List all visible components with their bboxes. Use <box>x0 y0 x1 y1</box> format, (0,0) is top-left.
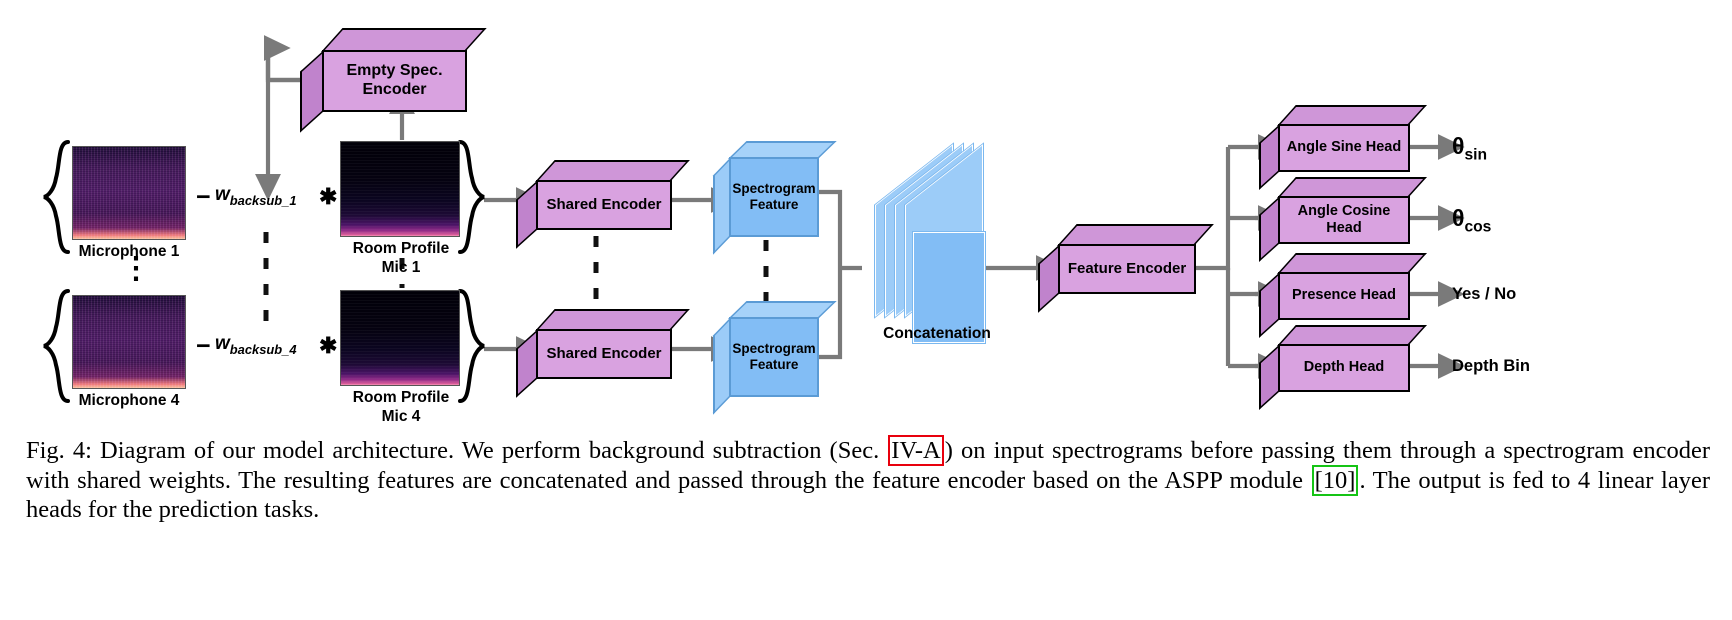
weight-symbol-4: w <box>215 333 230 354</box>
figure-architecture-diagram: Microphone 1 Microphone 4 ⋮ − wbacksub_1… <box>0 0 1732 620</box>
room-profile-mic-4-spectrogram <box>340 290 460 386</box>
minus-operator-4: − <box>196 332 211 360</box>
weight-backsub-1: wbacksub_1 <box>215 184 297 208</box>
concatenation-stack <box>874 142 1000 344</box>
box-top-face <box>1277 253 1427 274</box>
box-side-face <box>516 329 538 398</box>
weight-symbol-1: w <box>215 184 230 205</box>
box-side-face <box>1259 272 1280 338</box>
box-top-face <box>321 28 487 52</box>
empty-spec-encoder-box: Empty Spec. Encoder <box>300 28 487 133</box>
spectrogram-feature-4-box: Spectrogram Feature <box>713 301 837 415</box>
angle-sine-head-label: Angle Sine Head <box>1278 124 1410 172</box>
caption-ref-section[interactable]: IV-A <box>888 435 944 466</box>
feature-encoder-box: Feature Encoder <box>1038 224 1214 313</box>
box-side-face <box>1259 196 1280 262</box>
shared-encoder-1-box: Shared Encoder <box>516 160 690 249</box>
theta-symbol-sin: θ <box>1452 133 1465 159</box>
weight-subscript-1: backsub_1 <box>229 192 297 208</box>
output-theta-cos: θcos <box>1452 205 1491 237</box>
box-top-face <box>535 160 690 182</box>
presence-head-label: Presence Head <box>1278 272 1410 320</box>
minus-operator-1: − <box>196 183 211 211</box>
spectrogram-feature-4-label: Spectrogram Feature <box>729 317 819 397</box>
angle-cosine-head-label: Angle Cosine Head <box>1278 196 1410 244</box>
angle-sine-head-box: Angle Sine Head <box>1259 105 1427 190</box>
mic-4-spectrogram <box>72 295 186 389</box>
box-side-face <box>1259 124 1280 190</box>
box-top-face <box>1277 177 1427 198</box>
shared-encoder-4-box: Shared Encoder <box>516 309 690 398</box>
feature-encoder-label: Feature Encoder <box>1058 244 1196 294</box>
output-theta-sin: θsin <box>1452 133 1487 165</box>
caption-ref-citation[interactable]: [10] <box>1311 464 1359 496</box>
theta-subscript-sin: sin <box>1464 146 1488 164</box>
spectrogram-feature-1-label: Spectrogram Feature <box>729 157 819 237</box>
box-side-face <box>1038 244 1060 313</box>
box-top-face <box>1277 105 1427 126</box>
times-operator-1: ✱ <box>319 184 338 209</box>
figure-caption: Fig. 4: Diagram of our model architectur… <box>26 435 1710 525</box>
caption-part-1: Fig. 4: Diagram of our model architectur… <box>26 437 888 464</box>
empty-spec-encoder-label: Empty Spec. Encoder <box>322 50 467 112</box>
depth-head-label: Depth Head <box>1278 344 1410 392</box>
weight-subscript-4: backsub_4 <box>229 341 297 357</box>
room-profile-mic-1-spectrogram <box>340 141 460 237</box>
times-operator-4: ✱ <box>319 333 338 358</box>
room-profile-mic-1-label: Room Profile Mic 1 <box>352 240 450 276</box>
presence-head-box: Presence Head <box>1259 253 1427 338</box>
weight-backsub-4: wbacksub_4 <box>215 333 297 357</box>
box-top-face <box>1277 325 1427 346</box>
theta-subscript-cos: cos <box>1464 218 1492 236</box>
box-top-face <box>1057 224 1214 246</box>
concatenation-label: Concatenation <box>883 325 991 342</box>
shared-encoder-1-label: Shared Encoder <box>536 180 672 230</box>
output-depth-bin: Depth Bin <box>1452 357 1530 375</box>
mic-4-label: Microphone 4 <box>78 392 180 409</box>
shared-encoder-4-label: Shared Encoder <box>536 329 672 379</box>
depth-head-box: Depth Head <box>1259 325 1427 410</box>
mic-1-spectrogram <box>72 146 186 240</box>
angle-cosine-head-box: Angle Cosine Head <box>1259 177 1427 262</box>
box-side-face <box>1259 344 1280 410</box>
box-side-face <box>516 180 538 249</box>
theta-symbol-cos: θ <box>1452 205 1465 231</box>
room-profile-mic-4-label: Room Profile Mic 4 <box>352 389 450 425</box>
output-presence: Yes / No <box>1452 285 1517 303</box>
box-side-face <box>300 50 324 133</box>
box-top-face <box>535 309 690 331</box>
spectrogram-feature-1-box: Spectrogram Feature <box>713 141 837 255</box>
mic-vertical-ellipsis: ⋮ <box>121 252 151 285</box>
